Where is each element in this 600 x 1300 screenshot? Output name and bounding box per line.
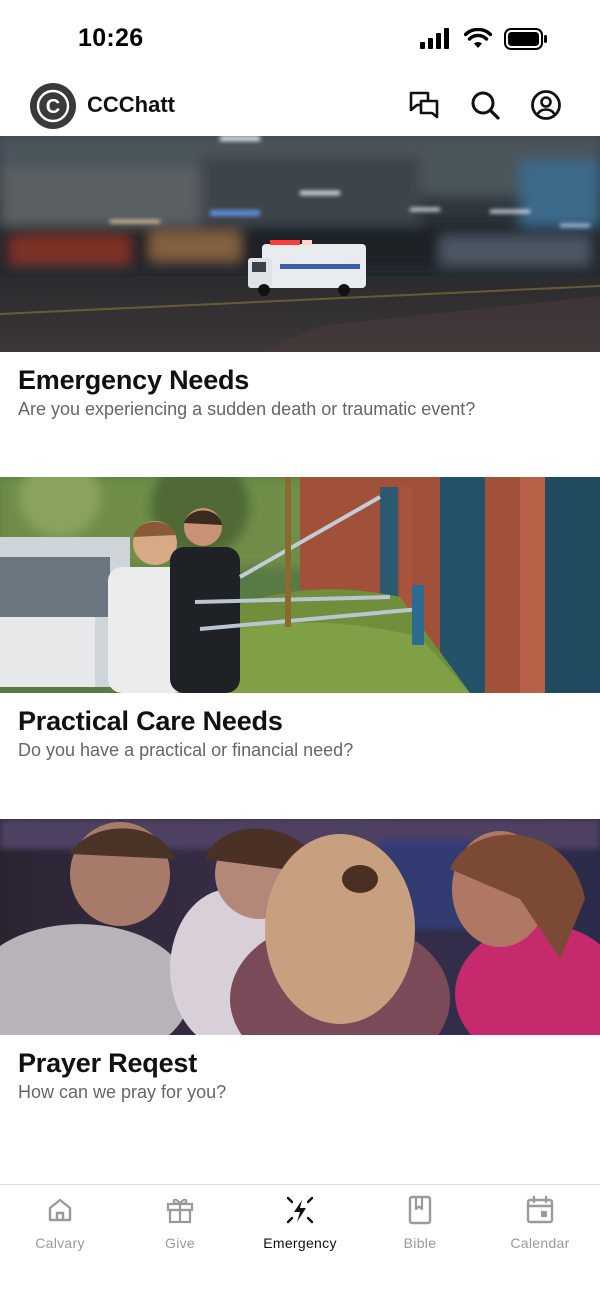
messages-button[interactable] (407, 88, 441, 122)
card-subtitle: Are you experiencing a sudden death or t… (18, 399, 476, 419)
emergency-icon (285, 1195, 315, 1225)
chat-bubbles-icon (409, 91, 439, 119)
tab-label: Calvary (35, 1235, 85, 1251)
profile-button[interactable] (529, 88, 563, 122)
practical-care-needs-card[interactable]: Practical Care Needs Do you have a pract… (0, 477, 600, 777)
card-title: Prayer Reqest (18, 1048, 198, 1078)
gift-icon (165, 1195, 195, 1225)
search-icon (471, 91, 500, 120)
prayer-request-card[interactable]: Prayer Reqest How can we pray for you? (0, 819, 600, 1119)
tab-label: Emergency (263, 1235, 337, 1251)
tab-label: Give (165, 1235, 195, 1251)
app-logo[interactable]: C (30, 83, 76, 129)
status-icons (420, 27, 548, 55)
card-subtitle: Do you have a practical or financial nee… (18, 740, 354, 760)
app-title: CCChatt (87, 92, 175, 117)
tab-bar: Calvary Give Emergency Bible Calendar (0, 1184, 600, 1300)
card-title: Emergency Needs (18, 365, 250, 395)
status-bar: 10:26 (0, 0, 600, 80)
volunteers-cleaning-photo (0, 477, 600, 693)
tab-bible[interactable]: Bible (360, 1195, 480, 1259)
app-header: C CCChatt (0, 80, 600, 136)
wifi-icon (463, 27, 493, 55)
battery-icon (504, 28, 548, 55)
tab-label: Calendar (510, 1235, 570, 1251)
tab-label: Bible (403, 1235, 437, 1251)
home-icon (45, 1195, 75, 1225)
calendar-icon (525, 1195, 555, 1225)
card-subtitle: How can we pray for you? (18, 1082, 227, 1102)
group-prayer-photo (0, 819, 600, 1035)
user-circle-icon (531, 90, 561, 120)
search-button[interactable] (468, 88, 502, 122)
logo-letter: C (46, 96, 60, 118)
tab-give[interactable]: Give (120, 1195, 240, 1259)
tab-calendar[interactable]: Calendar (480, 1195, 600, 1259)
ambulance-street-photo (0, 136, 600, 352)
card-title: Practical Care Needs (18, 706, 283, 736)
logo-icon: C (36, 89, 70, 123)
cellular-signal-icon (420, 28, 452, 55)
book-icon (405, 1195, 435, 1225)
tab-emergency[interactable]: Emergency (240, 1195, 360, 1259)
emergency-needs-card[interactable]: Emergency Needs Are you experiencing a s… (0, 136, 600, 436)
status-time: 10:26 (78, 24, 144, 52)
tab-calvary[interactable]: Calvary (0, 1195, 120, 1259)
